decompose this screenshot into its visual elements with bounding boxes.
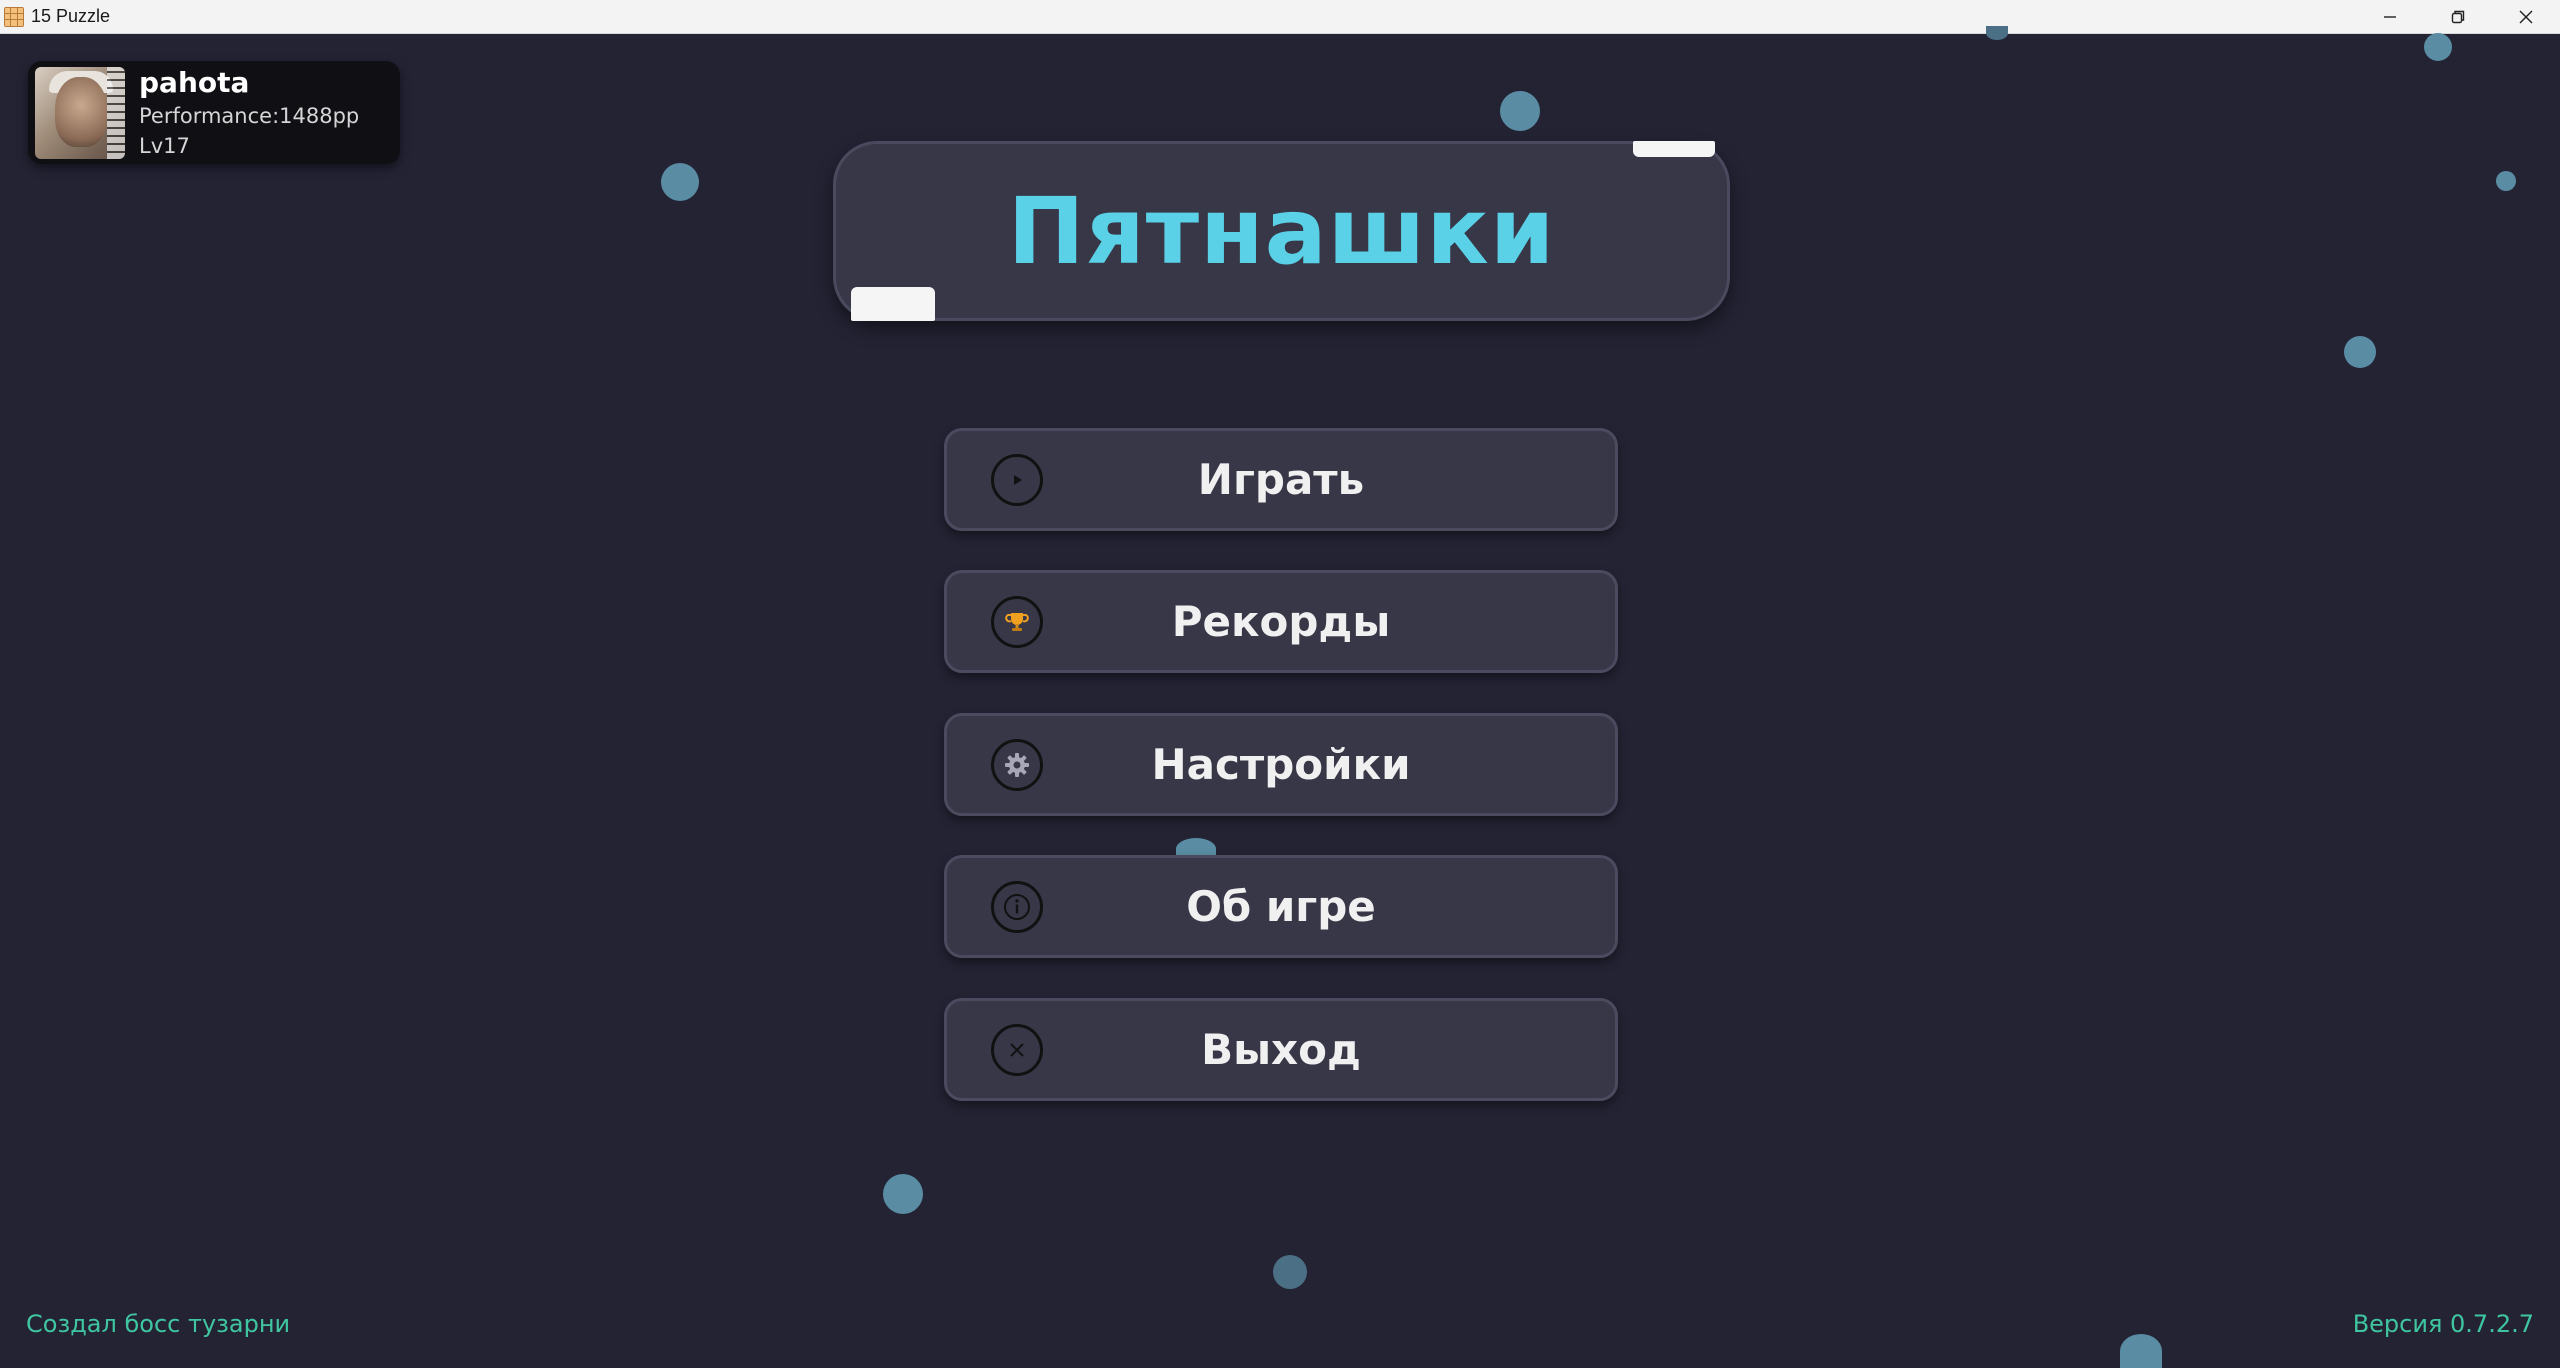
exit-button[interactable]: Выход <box>944 998 1618 1101</box>
background-dot <box>2424 33 2452 61</box>
settings-button[interactable]: Настройки <box>944 713 1618 816</box>
minimize-icon <box>2384 16 2396 18</box>
credit-text: Создал босс тузарни <box>26 1310 291 1338</box>
settings-button-label: Настройки <box>1151 740 1411 789</box>
background-dot <box>2344 336 2376 368</box>
background-dot <box>883 1174 923 1214</box>
restore-icon <box>2451 10 2465 24</box>
decorative-tile <box>851 287 935 321</box>
decorative-tile <box>1633 141 1715 157</box>
play-button[interactable]: Играть <box>944 428 1618 531</box>
window-controls <box>2356 0 2560 34</box>
game-title-panel: Пятнашки <box>833 141 1730 321</box>
about-button-label: Об игре <box>1186 882 1376 931</box>
gear-icon <box>991 738 1043 791</box>
profile-card[interactable]: pahota Performance:1488pp Lv17 <box>28 61 400 164</box>
version-text: Версия 0.7.2.7 <box>2352 1310 2534 1338</box>
profile-name: pahota <box>139 65 250 99</box>
game-title: Пятнашки <box>1007 177 1556 285</box>
play-icon <box>991 453 1043 506</box>
window-titlebar: 15 Puzzle <box>0 0 2560 34</box>
trophy-icon <box>991 595 1043 648</box>
about-button[interactable]: Об игре <box>944 855 1618 958</box>
records-button[interactable]: Рекорды <box>944 570 1618 673</box>
info-icon <box>991 880 1043 933</box>
records-button-label: Рекорды <box>1171 597 1391 646</box>
profile-level: Lv17 <box>139 133 190 158</box>
app-icon <box>4 6 24 27</box>
profile-performance: Performance:1488pp <box>139 103 360 128</box>
avatar <box>35 66 125 159</box>
window-title: 15 Puzzle <box>31 6 111 26</box>
background-dot <box>1986 26 2008 40</box>
close-icon <box>2519 10 2533 24</box>
minimize-button[interactable] <box>2356 0 2424 34</box>
exit-icon <box>991 1023 1043 1076</box>
background-dot <box>2496 171 2516 191</box>
restore-button[interactable] <box>2424 0 2492 34</box>
background-dot <box>1500 91 1540 131</box>
background-dot <box>2120 1334 2162 1368</box>
background-dot <box>1273 1255 1307 1289</box>
exit-button-label: Выход <box>1201 1025 1361 1074</box>
background-dot <box>661 163 699 201</box>
play-button-label: Играть <box>1197 455 1365 504</box>
close-button[interactable] <box>2492 0 2560 34</box>
profile-info: pahota Performance:1488pp Lv17 <box>139 66 359 160</box>
